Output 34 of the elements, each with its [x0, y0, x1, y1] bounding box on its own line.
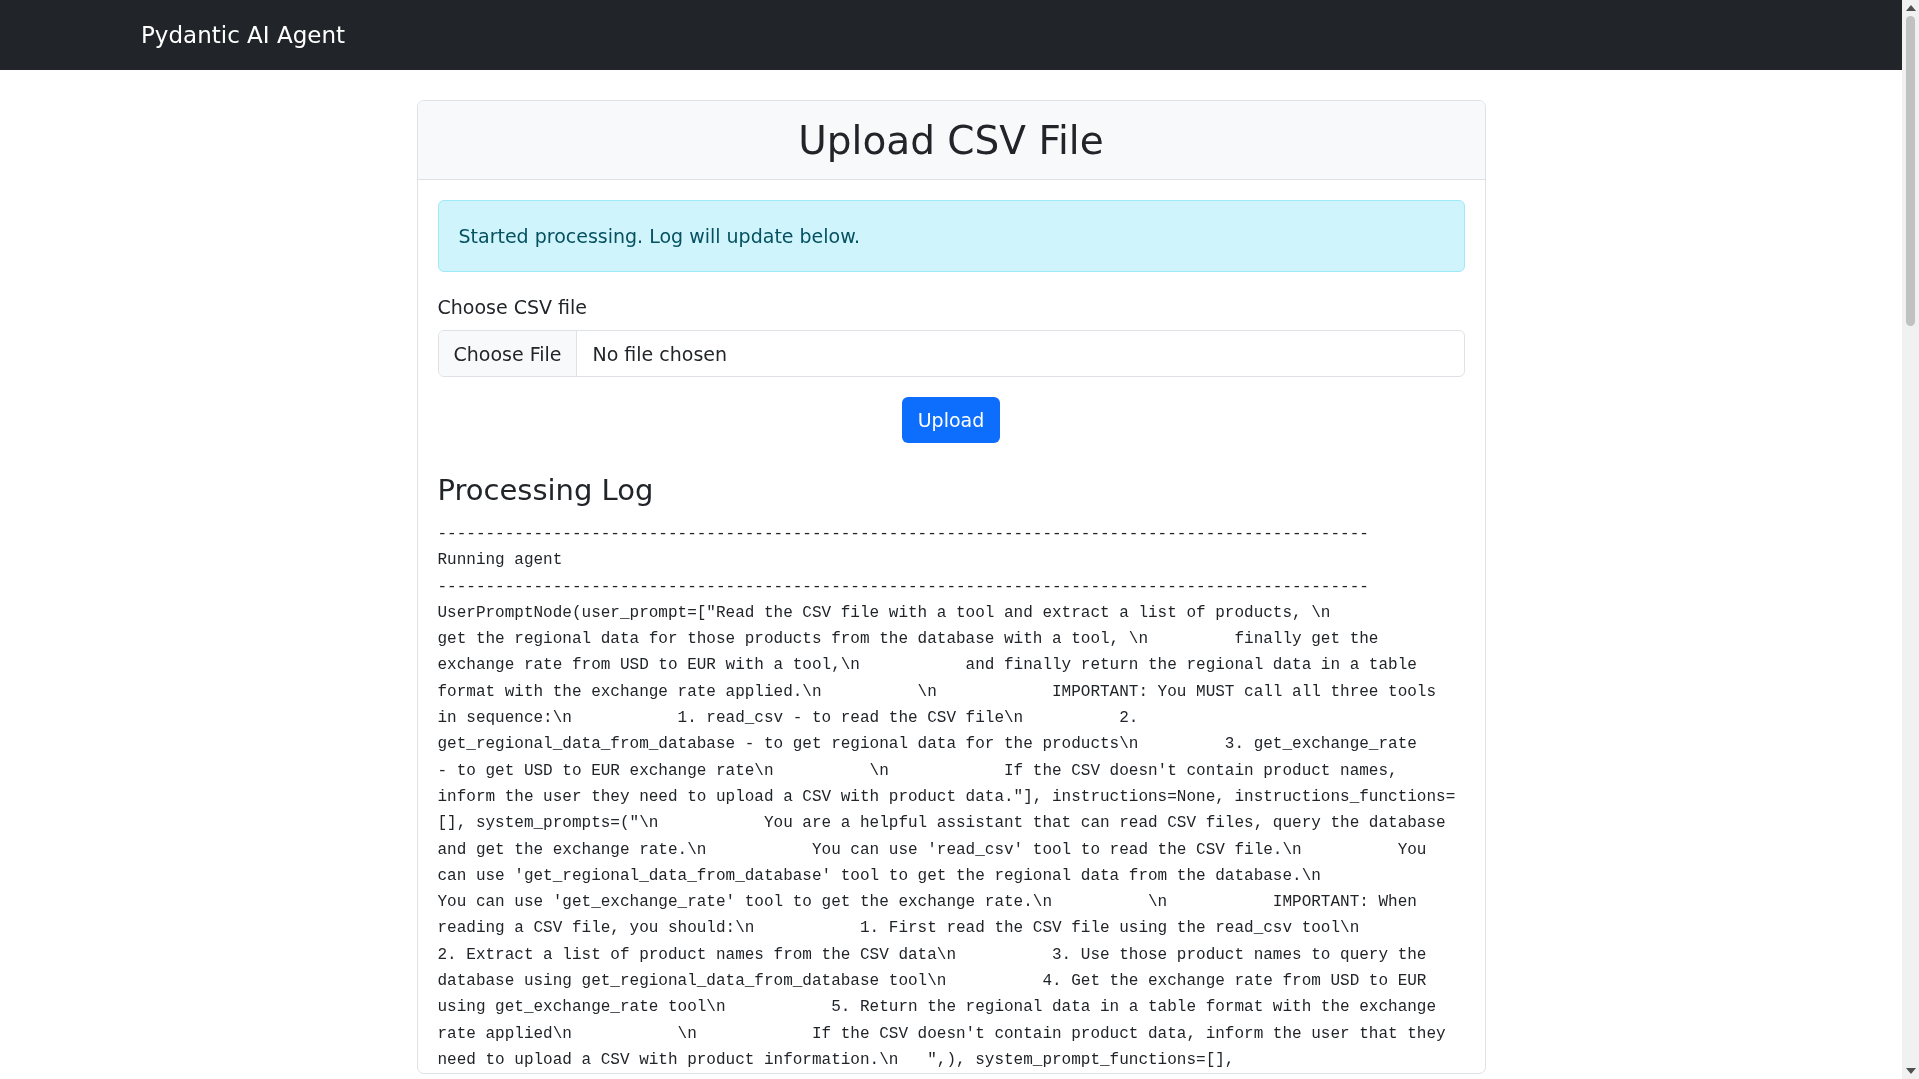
log-line: can use 'get_regional_data_from_database' tool to get the regional data from the database.\n [437, 865, 1321, 887]
log-line: reading a CSV file, you should:\n 1. First read the CSV file using the read_csv tool\n [437, 918, 1360, 940]
scrollbar[interactable] [1902, 0, 1919, 1079]
scroll-up-icon[interactable] [1905, 5, 1916, 11]
scroll-down-icon[interactable] [1905, 1068, 1916, 1074]
scrollbar-thumb[interactable] [1906, 16, 1915, 326]
file-name-text: No file chosen [591, 341, 729, 367]
upload-button[interactable]: Upload [901, 397, 1001, 443]
choose-file-button[interactable]: Choose File [438, 331, 578, 376]
card-title: Upload CSV File [798, 117, 1104, 163]
log-line: rate applied\n \n If the CSV doesn't contain product data, inform the user that they [437, 1023, 1446, 1045]
log-line: ------------------------------------------------------------------------------------------------- [437, 576, 1369, 598]
log-line: format with the exchange rate applied.\n \n IMPORTANT: You MUST call all three tools [437, 681, 1437, 703]
log-line: Running agent [437, 550, 563, 572]
navbar-brand[interactable]: Pydantic AI Agent [141, 22, 346, 48]
log-line: You can use 'get_exchange_rate' tool to get the exchange rate.\n \n IMPORTANT: When [437, 892, 1417, 914]
log-line: UserPromptNode(user_prompt=["Read the CSV file with a tool and extract a list of products, \n [437, 602, 1331, 624]
section-heading: Processing Log [437, 473, 655, 507]
file-input-field[interactable]: Choose File No file chosen [437, 330, 1465, 377]
log-line: [], system_prompts=("\n You are a helpful assistant that can read CSV files, query the database [437, 813, 1446, 835]
log-line: get the regional data for those products from the database with a tool, \n finally get the [437, 629, 1379, 651]
info-alert: Started processing. Log will update below. [437, 200, 1465, 272]
log-line: in sequence:\n 1. read_csv - to read the CSV file\n 2. [437, 708, 1139, 730]
log-line: using get_exchange_rate tool\n 5. Return the regional data in a table format with the exchange [437, 997, 1437, 1019]
log-line: need to upload a CSV with product information.\n ",), system_prompt_functions=[], [437, 1049, 1235, 1071]
log-line: inform the user they need to upload a CSV with product data."], instructions=None, instructions_functions= [437, 786, 1456, 808]
log-line: exchange rate from USD to EUR with a tool,\n and finally return the regional data in a table [437, 655, 1417, 677]
log-line: get_regional_data_from_database - to get regional data for the products\n 3. get_exchange_rate [437, 734, 1417, 756]
log-line: and get the exchange rate.\n You can use 'read_csv' tool to read the CSV file.\n You [437, 839, 1427, 861]
field-label: Choose CSV file [437, 296, 588, 318]
log-line: 2. Extract a list of product names from the CSV data\n 3. Use those product names to query the [437, 944, 1427, 966]
log-line: ------------------------------------------------------------------------------------------------- [437, 524, 1369, 545]
log-line: - to get USD to EUR exchange rate\n \n If the CSV doesn't contain product names, [437, 760, 1398, 782]
log-line: database using get_regional_data_from_database tool\n 4. Get the exchange rate from USD to EUR [437, 971, 1427, 993]
